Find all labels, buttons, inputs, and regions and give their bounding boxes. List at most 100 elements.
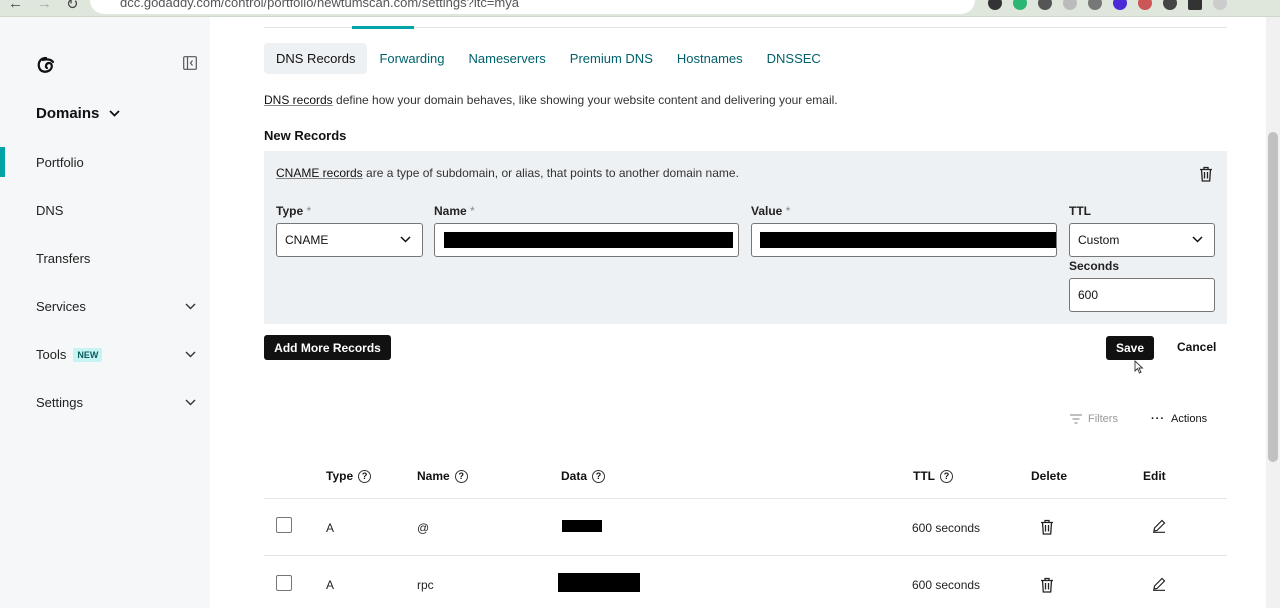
tab-premium-dns[interactable]: Premium DNS — [558, 43, 665, 74]
sidebar-item-services[interactable]: Services — [36, 299, 196, 314]
dns-tabs: DNS Records Forwarding Nameservers Premi… — [264, 43, 833, 74]
active-tab-underline — [352, 26, 414, 29]
extension-icon[interactable] — [1138, 0, 1152, 10]
row-ttl: 600 seconds — [912, 578, 981, 592]
column-data: Data? — [561, 469, 606, 483]
forward-icon[interactable]: → — [37, 0, 52, 13]
seconds-value: 600 — [1078, 288, 1099, 302]
back-icon[interactable]: ← — [8, 0, 23, 13]
type-select[interactable]: CNAME — [276, 223, 423, 257]
domains-menu[interactable]: Domains — [36, 105, 120, 122]
extension-icon[interactable] — [1013, 0, 1027, 10]
address-bar[interactable]: dcc.godaddy.com/control/portfolio/newtum… — [90, 0, 975, 14]
edit-pencil-icon[interactable] — [1152, 519, 1166, 533]
column-data-label: Data — [561, 469, 588, 483]
add-more-records-button[interactable]: Add More Records — [264, 335, 391, 360]
new-record-form: CNAME records are a type of subdomain, o… — [264, 151, 1227, 324]
value-label-text: Value — [751, 204, 783, 218]
profile-avatar[interactable] — [1213, 0, 1227, 10]
sidepanel-icon[interactable] — [1188, 0, 1202, 10]
actions-menu-button[interactable]: ··· Actions — [1151, 413, 1207, 425]
seconds-input[interactable]: 600 — [1069, 278, 1215, 312]
filters-button[interactable]: Filters — [1070, 413, 1118, 425]
value-label: Value * — [751, 204, 790, 218]
share-icon[interactable]: ⇪ — [924, 0, 933, 2]
sidebar-item-label: Settings — [36, 395, 83, 410]
sidebar-item-label: Tools — [36, 347, 67, 362]
row-type: A — [326, 578, 335, 592]
intro-description: define how your domain behaves, like sho… — [332, 93, 838, 107]
cname-records-link[interactable]: CNAME records — [276, 166, 363, 180]
trash-icon[interactable] — [1199, 166, 1213, 182]
dns-records-link[interactable]: DNS records — [264, 93, 333, 107]
records-table-header: Type? Name? Data? TTL? Delete Edit — [264, 461, 1227, 499]
page-scrollbar[interactable] — [1266, 17, 1280, 608]
godaddy-logo-icon[interactable] — [36, 55, 56, 75]
sidebar-item-dns[interactable]: DNS — [36, 203, 196, 218]
column-name: Name? — [417, 469, 468, 483]
column-type: Type? — [326, 469, 372, 483]
sidebar-item-label: Portfolio — [36, 155, 84, 170]
collapse-sidebar-icon[interactable] — [183, 56, 197, 70]
sidebar-item-portfolio[interactable]: Portfolio — [36, 155, 196, 170]
column-edit: Edit — [1143, 469, 1166, 483]
row-checkbox[interactable] — [276, 517, 292, 533]
bookmark-star-icon[interactable]: ☆ — [947, 0, 957, 2]
column-ttl-label: TTL — [913, 469, 935, 483]
ttl-select[interactable]: Custom — [1069, 223, 1215, 257]
extension-icon[interactable] — [988, 0, 1002, 10]
redacted-data — [562, 520, 602, 532]
value-input[interactable] — [751, 223, 1057, 257]
extension-icon[interactable] — [1063, 0, 1077, 10]
ttl-select-value: Custom — [1078, 233, 1120, 247]
new-badge: NEW — [73, 347, 103, 362]
scrollbar-thumb[interactable] — [1268, 132, 1278, 462]
cancel-button[interactable]: Cancel — [1177, 340, 1216, 354]
tab-nameservers[interactable]: Nameservers — [457, 43, 558, 74]
tab-dnssec[interactable]: DNSSEC — [755, 43, 833, 74]
name-label: Name * — [434, 204, 475, 218]
help-icon[interactable]: ? — [940, 469, 953, 483]
chevron-down-icon — [109, 110, 120, 117]
tab-dns-records[interactable]: DNS Records — [264, 43, 368, 74]
sidebar-item-settings[interactable]: Settings — [36, 395, 196, 410]
column-name-label: Name — [417, 469, 450, 483]
help-icon[interactable]: ? — [454, 469, 468, 483]
required-mark: * — [470, 204, 475, 218]
tab-forwarding[interactable]: Forwarding — [367, 43, 456, 74]
help-icon[interactable]: ? — [592, 469, 606, 483]
row-checkbox[interactable] — [276, 575, 292, 591]
cname-description: CNAME records are a type of subdomain, o… — [276, 166, 739, 180]
type-select-value: CNAME — [285, 233, 329, 247]
chevron-down-icon — [185, 351, 196, 358]
extension-icon[interactable] — [1113, 0, 1127, 10]
required-mark: * — [785, 204, 791, 218]
name-input[interactable] — [434, 223, 739, 257]
redacted-data — [558, 573, 640, 592]
tab-hostnames[interactable]: Hostnames — [665, 43, 755, 74]
intro-text: DNS records define how your domain behav… — [264, 93, 838, 107]
type-label-text: Type — [276, 204, 304, 218]
save-button[interactable]: Save — [1106, 336, 1154, 360]
reload-icon[interactable]: ↻ — [66, 0, 79, 13]
delete-trash-icon[interactable] — [1040, 577, 1054, 593]
table-row: A @ 600 seconds — [264, 499, 1227, 556]
sidebar-item-tools[interactable]: Tools NEW — [36, 347, 196, 362]
puzzle-icon[interactable] — [1163, 0, 1177, 10]
delete-trash-icon[interactable] — [1040, 519, 1054, 535]
help-icon[interactable]: ? — [358, 469, 372, 483]
row-name: rpc — [417, 578, 434, 592]
sidebar-item-transfers[interactable]: Transfers — [36, 251, 196, 266]
extension-icon[interactable] — [1038, 0, 1052, 10]
edit-pencil-icon[interactable] — [1152, 577, 1166, 591]
search-icon[interactable]: ⌕ — [904, 0, 910, 2]
filters-label: Filters — [1088, 413, 1118, 425]
column-delete: Delete — [1031, 469, 1068, 483]
type-label: Type * — [276, 204, 311, 218]
extension-icon[interactable] — [1088, 0, 1102, 10]
filter-icon — [1070, 414, 1082, 424]
chevron-down-icon — [400, 236, 411, 243]
chevron-down-icon — [185, 303, 196, 310]
table-row: A rpc 600 seconds — [264, 556, 1227, 608]
row-ttl: 600 seconds — [912, 521, 981, 535]
